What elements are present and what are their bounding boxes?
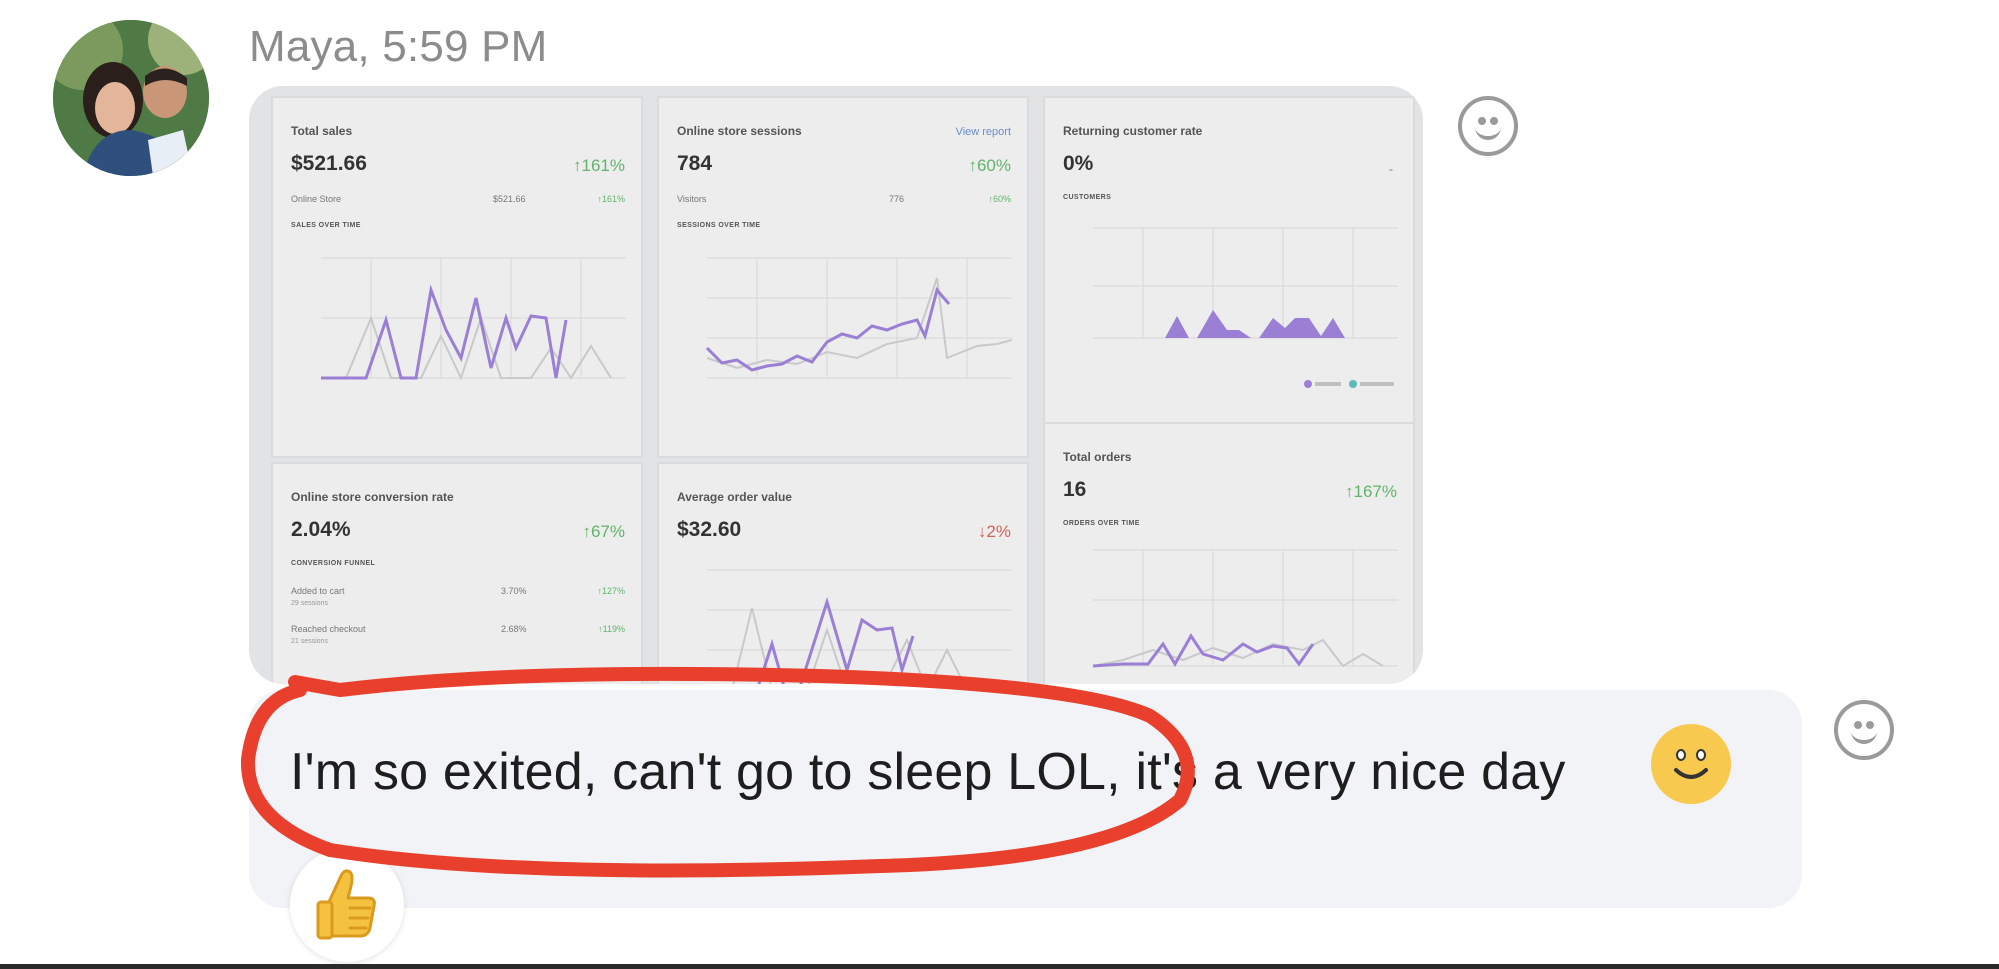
avatar[interactable] bbox=[53, 20, 209, 176]
funnel-row-value: 2.68% bbox=[501, 624, 527, 634]
message-text: I'm so exited, can't go to sleep LOL, it… bbox=[290, 743, 1566, 801]
row-change: ↑161% bbox=[597, 194, 625, 204]
order-value-line-chart bbox=[707, 569, 1012, 684]
sessions-line-chart bbox=[705, 257, 1013, 379]
row-value: $521.66 bbox=[493, 194, 526, 204]
chart-caption: CONVERSION FUNNEL bbox=[291, 560, 376, 567]
chart-caption: ORDERS OVER TIME bbox=[1063, 520, 1140, 527]
card-change: ↑167% bbox=[1345, 482, 1397, 501]
funnel-row-change: ↑127% bbox=[597, 586, 625, 596]
smiley-face-emoji bbox=[1651, 724, 1731, 804]
bottom-border bbox=[0, 964, 1999, 969]
sender-timestamp: Maya, 5:59 PM bbox=[249, 22, 548, 71]
funnel-row-sub: 21 sessions bbox=[291, 638, 328, 645]
card-average-order: Average order value $32.60 ↓2% bbox=[657, 462, 1029, 684]
card-title: Total orders bbox=[1063, 450, 1132, 464]
row-value: 776 bbox=[889, 194, 905, 204]
chart-caption: SESSIONS OVER TIME bbox=[677, 222, 761, 229]
card-value: 16 bbox=[1063, 478, 1087, 501]
card-value: 784 bbox=[677, 152, 713, 175]
card-value: 2.04% bbox=[291, 518, 351, 541]
card-returning-rate: Returning customer rate 0% - CUSTOMERS bbox=[1043, 96, 1415, 426]
avatar-photo bbox=[53, 20, 209, 176]
slightly-smiling-face-icon bbox=[1652, 725, 1730, 803]
card-title: Average order value bbox=[677, 490, 792, 504]
funnel-row-label: Added to cart bbox=[291, 586, 345, 596]
card-online-sessions: Online store sessions View report 784 ↑6… bbox=[657, 96, 1029, 458]
card-change: ↓2% bbox=[977, 522, 1011, 541]
add-reaction-button[interactable] bbox=[1458, 96, 1518, 156]
card-value: $32.60 bbox=[677, 518, 742, 541]
chart-caption: CUSTOMERS bbox=[1063, 194, 1112, 201]
card-value: 0% bbox=[1063, 152, 1094, 175]
card-title: Total sales bbox=[291, 124, 353, 138]
row-change: ↑60% bbox=[988, 194, 1011, 204]
orders-line-chart bbox=[1092, 549, 1398, 668]
card-title: Online store conversion rate bbox=[291, 490, 454, 504]
row-label: Online Store bbox=[291, 194, 342, 204]
smiley-icon bbox=[1851, 726, 1877, 744]
view-report-link[interactable]: View report bbox=[956, 126, 1011, 138]
add-reaction-button[interactable] bbox=[1834, 700, 1894, 760]
funnel-row-sub: 29 sessions bbox=[291, 600, 328, 607]
card-change: ↑60% bbox=[968, 156, 1011, 175]
image-attachment[interactable]: Total sales $521.66 ↑161% Online Store $… bbox=[249, 86, 1423, 684]
card-conversion-rate: Online store conversion rate 2.04% ↑67% … bbox=[271, 462, 643, 684]
card-change: ↑67% bbox=[582, 522, 625, 541]
funnel-row-change: ↑119% bbox=[598, 624, 625, 634]
customers-area-chart bbox=[1093, 227, 1398, 388]
thumbs-up-icon bbox=[316, 869, 376, 940]
card-change: - bbox=[1389, 162, 1393, 176]
thumbs-up-reaction[interactable] bbox=[290, 848, 404, 962]
smiley-icon bbox=[1475, 122, 1501, 140]
funnel-row-value: 3.70% bbox=[501, 586, 527, 596]
card-change: ↑161% bbox=[573, 156, 625, 175]
sales-line-chart bbox=[321, 257, 626, 381]
card-total-sales: Total sales $521.66 ↑161% Online Store $… bbox=[271, 96, 643, 458]
funnel-row-label: Reached checkout bbox=[291, 624, 366, 634]
card-value: $521.66 bbox=[291, 152, 367, 175]
card-total-orders: Total orders 16 ↑167% ORDERS OVER TIME bbox=[1043, 422, 1415, 684]
chart-caption: SALES OVER TIME bbox=[291, 222, 361, 229]
card-title: Online store sessions bbox=[677, 124, 802, 138]
row-label: Visitors bbox=[677, 194, 707, 204]
card-title: Returning customer rate bbox=[1063, 124, 1203, 138]
